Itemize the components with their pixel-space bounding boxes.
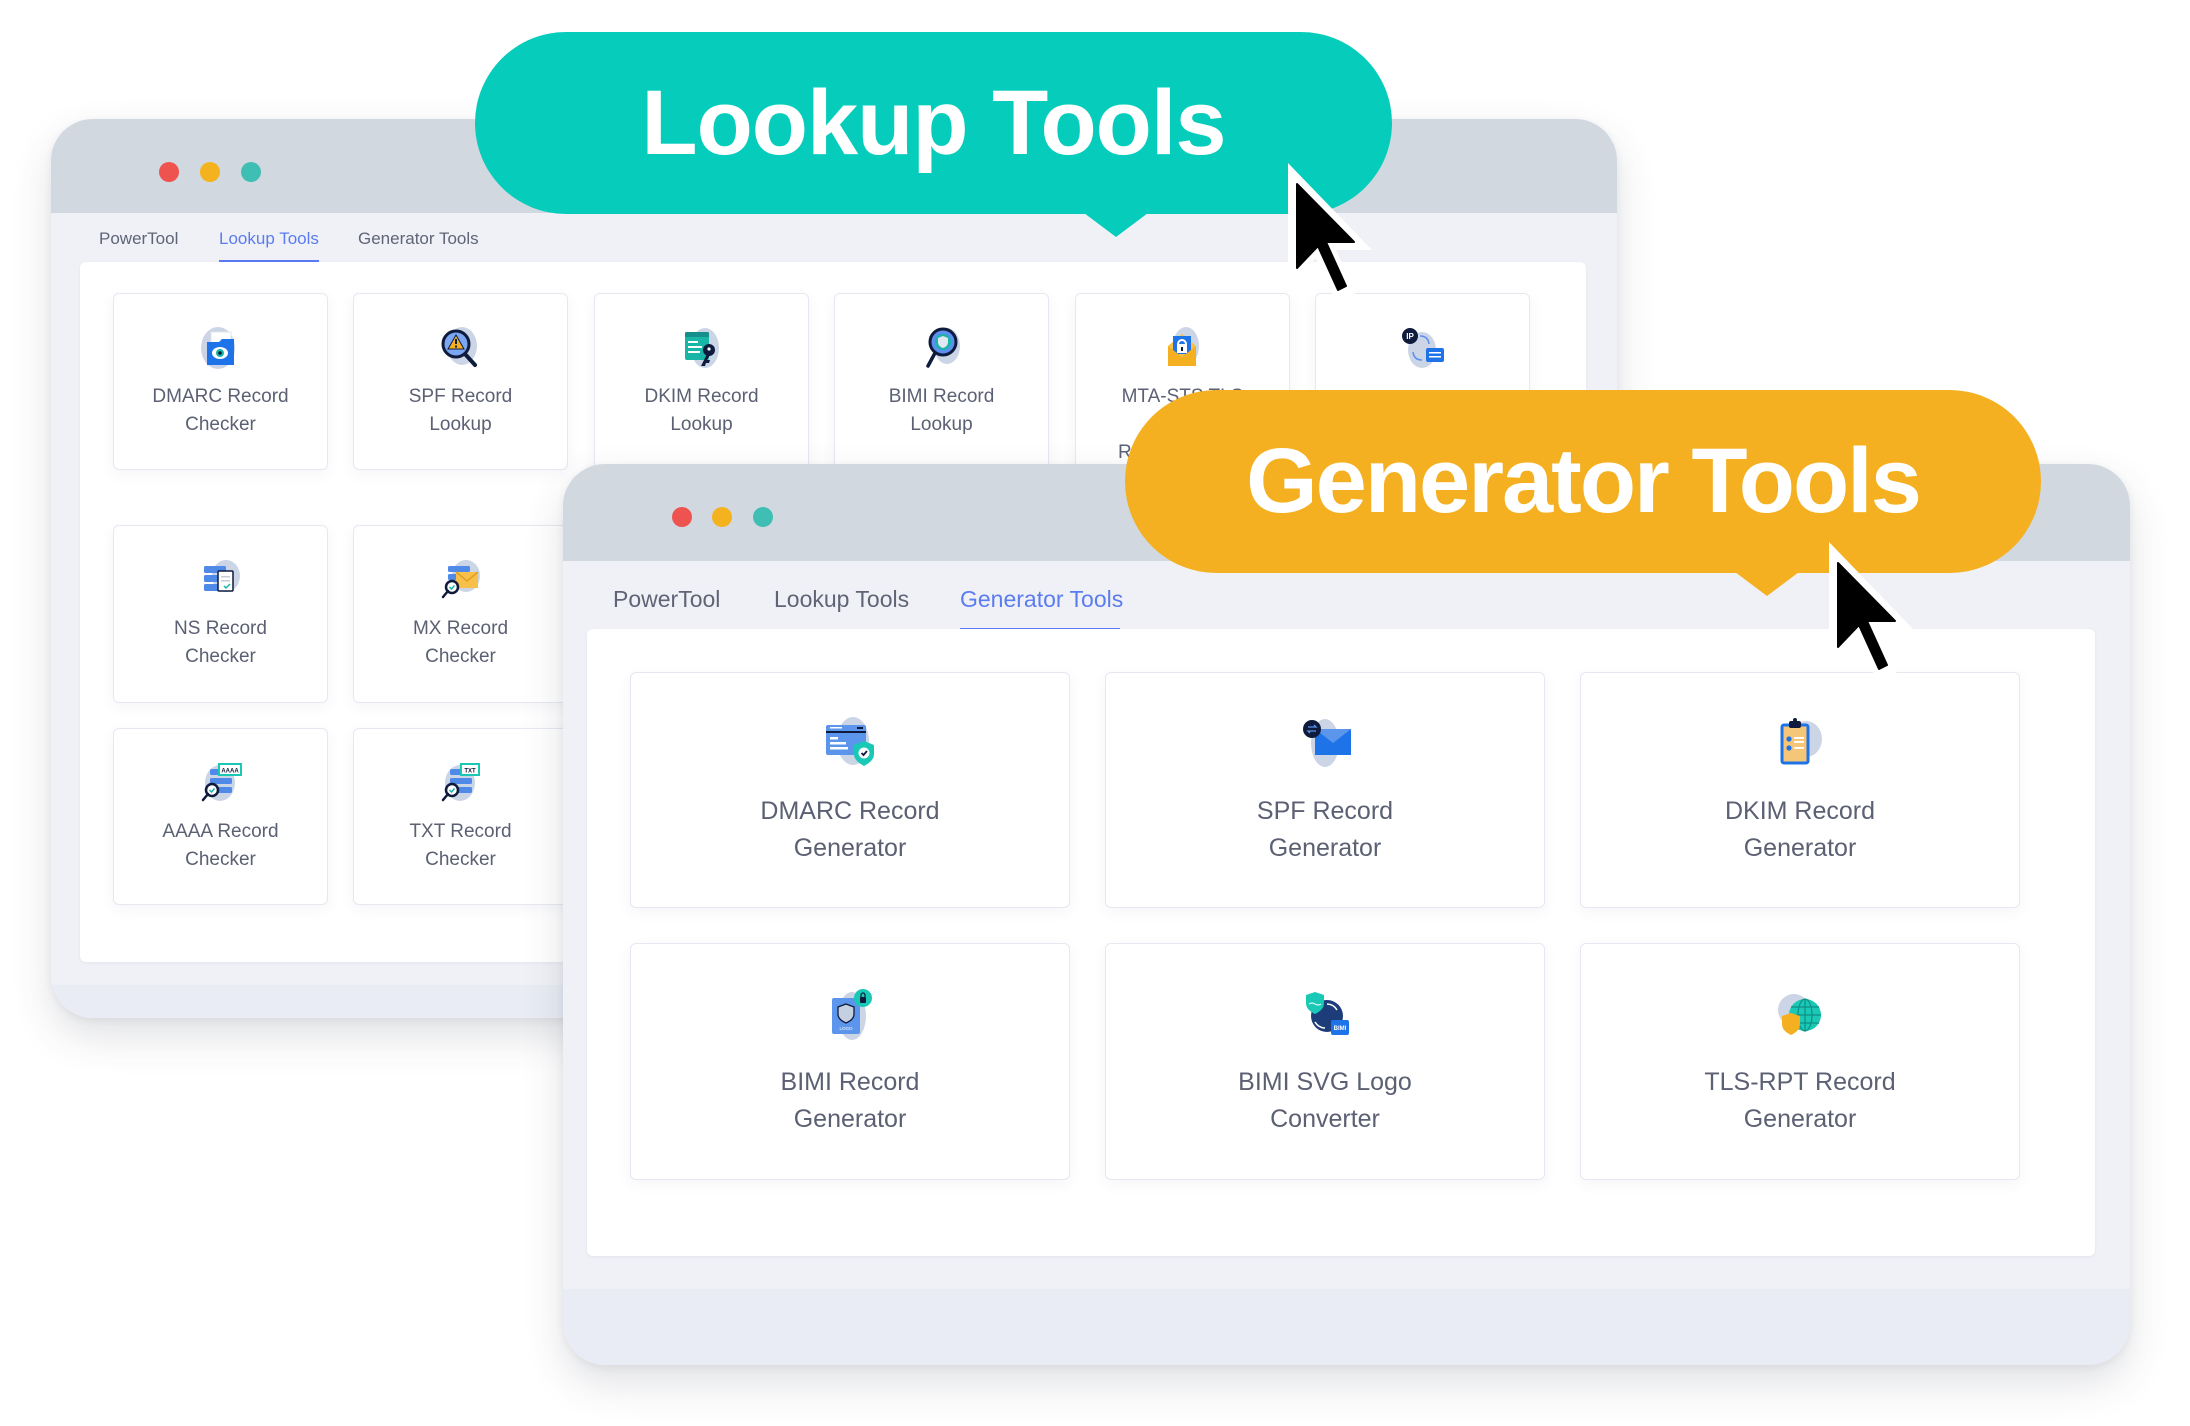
logo-badge: LOGO — [839, 1026, 853, 1031]
tool-card-spf-record-generator[interactable]: SPF Record Generator — [1105, 672, 1545, 908]
tab-generator-tools[interactable]: Generator Tools — [358, 229, 479, 249]
card-subtitle: Checker — [425, 849, 496, 870]
spf-envelope-swap-icon — [1303, 719, 1351, 767]
card-subtitle: Generator — [793, 1105, 907, 1133]
mouse-pointer-icon — [1829, 542, 1913, 681]
card-subtitle: Checker — [425, 646, 496, 667]
card-subtitle: Generator — [1743, 1105, 1857, 1133]
card-title: BIMI SVG Logo — [1238, 1068, 1412, 1096]
dkim-clipboard-checklist-icon — [1780, 718, 1822, 765]
callout-pointer — [1735, 572, 1799, 596]
dmarc-folder-eye-icon — [200, 327, 235, 369]
tab-lookup-tools[interactable]: Lookup Tools — [219, 229, 319, 249]
ns-server-document-icon — [203, 560, 240, 592]
card-title: DMARC Record — [152, 386, 289, 407]
txt-badge: TXT — [464, 769, 476, 775]
card-subtitle: Generator — [1743, 834, 1857, 862]
card-title: TLS-RPT Record — [1704, 1068, 1896, 1096]
card-title: BIMI Record — [780, 1068, 920, 1096]
card-title: SPF Record — [1256, 797, 1394, 825]
tool-card-bimi-svg-logo-converter[interactable]: BIMI BIMI SVG Logo Converter — [1105, 943, 1545, 1180]
card-subtitle: Lookup — [910, 414, 973, 435]
mouse-pointer-icon — [1288, 163, 1372, 302]
card-subtitle: Checker — [185, 414, 256, 435]
maximize-dot[interactable] — [753, 507, 773, 527]
minimize-dot[interactable] — [712, 507, 732, 527]
txt-server-magnifier-icon: TXT — [441, 763, 480, 802]
tool-card-dmarc-record-generator[interactable]: DMARC Record Generator — [630, 672, 1070, 908]
dmarc-browser-shield-icon — [826, 717, 874, 766]
tool-card-bimi-record-lookup[interactable]: BIMI Record Lookup — [834, 293, 1049, 470]
tab-powertool[interactable]: PowerTool — [99, 229, 178, 249]
ip-hostname-swap-icon: IP — [1401, 328, 1444, 368]
close-dot[interactable] — [672, 507, 692, 527]
aaaa-badge: AAAA — [221, 769, 239, 775]
card-subtitle: Lookup — [429, 414, 492, 435]
card-subtitle: Lookup — [670, 414, 733, 435]
card-subtitle: Checker — [185, 646, 256, 667]
tool-card-bimi-record-generator[interactable]: LOGO BIMI Record Generator — [630, 943, 1070, 1180]
card-subtitle: Generator — [793, 834, 907, 862]
tool-card-dmarc-record-checker[interactable]: DMARC Record Checker — [113, 293, 328, 470]
tool-card-aaaa-record-checker[interactable]: AAAA AAAA Record Checker — [113, 728, 328, 905]
minimize-dot[interactable] — [200, 162, 220, 182]
tab-lookup-tools[interactable]: Lookup Tools — [774, 586, 909, 613]
spf-magnifier-warning-icon — [441, 327, 477, 367]
card-title: SPF Record — [408, 386, 513, 407]
tool-card-tls-rpt-record-generator[interactable]: TLS-RPT Record Generator — [1580, 943, 2020, 1180]
card-subtitle: Generator — [1268, 834, 1382, 862]
card-title: BIMI Record — [888, 386, 995, 407]
card-title: DKIM Record — [1724, 797, 1876, 825]
window-footer — [563, 1289, 2130, 1365]
tool-card-dkim-record-lookup[interactable]: DKIM Record Lookup — [594, 293, 809, 470]
maximize-dot[interactable] — [241, 162, 261, 182]
card-title: MX Record — [412, 618, 509, 639]
tab-generator-tools[interactable]: Generator Tools — [960, 586, 1123, 613]
lookup-tools-callout: Lookup Tools — [475, 32, 1392, 214]
card-subtitle: Converter — [1270, 1105, 1380, 1133]
dkim-browser-key-icon — [684, 328, 719, 368]
mta-sts-envelope-lock-icon — [1167, 327, 1199, 366]
bimi-badge: BIMI — [1334, 1026, 1347, 1032]
mx-server-envelope-icon — [441, 560, 480, 599]
bimi-magnifier-shield-icon — [925, 327, 960, 368]
tool-card-dkim-record-generator[interactable]: DKIM Record Generator — [1580, 672, 2020, 908]
tool-card-spf-record-lookup[interactable]: SPF Record Lookup — [353, 293, 568, 470]
svg-text:IP: IP — [1406, 332, 1414, 341]
card-subtitle: Checker — [185, 849, 256, 870]
close-dot[interactable] — [159, 162, 179, 182]
tool-card-ns-record-checker[interactable]: NS Record Checker — [113, 525, 328, 703]
tls-rpt-globe-shield-icon — [1778, 994, 1821, 1035]
card-title: TXT Record — [409, 821, 512, 842]
callout-label: Lookup Tools — [641, 71, 1226, 174]
callout-pointer — [1084, 213, 1148, 237]
tool-card-mx-record-checker[interactable]: MX Record Checker — [353, 525, 568, 703]
card-title: AAAA Record — [162, 821, 279, 842]
card-title: DKIM Record — [644, 386, 759, 407]
tab-powertool[interactable]: PowerTool — [613, 586, 720, 613]
aaaa-server-magnifier-icon: AAAA — [201, 763, 242, 802]
bimi-logo-lock-icon: LOGO — [832, 989, 872, 1040]
tool-card-txt-record-checker[interactable]: TXT TXT Record Checker — [353, 728, 568, 905]
card-title: DMARC Record — [760, 797, 940, 825]
bimi-svg-convert-icon: BIMI — [1306, 992, 1349, 1035]
card-title: NS Record — [174, 618, 267, 639]
